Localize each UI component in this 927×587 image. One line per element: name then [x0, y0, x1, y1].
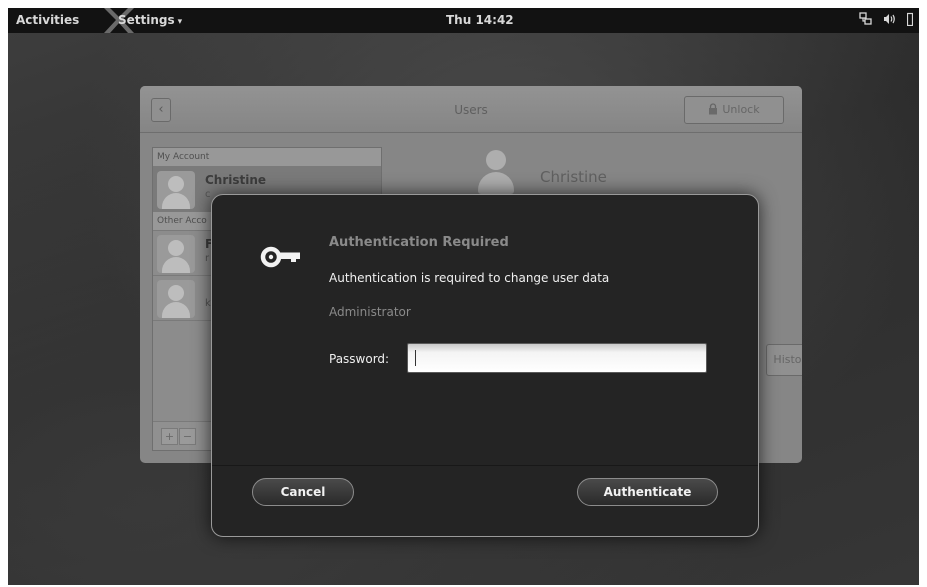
unlock-button[interactable]: Unlock — [684, 96, 784, 124]
account-type: c — [205, 189, 211, 200]
battery-icon[interactable] — [907, 12, 913, 26]
account-type: k — [205, 298, 211, 309]
top-bar: Activities Settings ▾ Thu 14:42 — [8, 8, 919, 33]
key-icon — [260, 246, 300, 268]
dialog-heading: Authentication Required — [329, 235, 509, 250]
my-account-header: My Account — [153, 148, 381, 167]
desktop: Activities Settings ▾ Thu 14:42 ‹ Users … — [8, 8, 919, 585]
user-full-name[interactable]: Christine — [540, 168, 607, 186]
user-avatar[interactable] — [476, 150, 516, 196]
avatar — [157, 171, 195, 209]
network-icon[interactable] — [859, 12, 873, 26]
avatar — [157, 280, 195, 318]
lock-icon — [709, 103, 718, 115]
activities-button[interactable]: Activities — [16, 13, 79, 27]
history-button[interactable]: History — [766, 344, 802, 376]
text-caret — [415, 350, 416, 366]
clock[interactable]: Thu 14:42 — [446, 13, 514, 27]
password-label: Password: — [329, 352, 390, 366]
remove-user-button[interactable]: − — [179, 428, 196, 445]
app-menu-label: Settings — [118, 13, 175, 27]
authentication-dialog: Authentication Required Authentication i… — [211, 194, 759, 537]
password-field[interactable] — [407, 343, 707, 373]
volume-icon[interactable] — [883, 12, 897, 26]
window-header: ‹ Users Unlock × — [140, 86, 802, 133]
app-menu-button[interactable]: Settings ▾ — [118, 13, 182, 27]
dialog-message: Authentication is required to change use… — [329, 271, 610, 285]
chevron-down-icon: ▾ — [177, 17, 183, 27]
avatar — [157, 235, 195, 273]
system-tray[interactable] — [859, 12, 913, 26]
account-name: Christine — [205, 173, 267, 187]
add-user-button[interactable]: + — [161, 428, 178, 445]
cancel-button[interactable]: Cancel — [252, 478, 354, 506]
authenticate-button[interactable]: Authenticate — [577, 478, 718, 506]
admin-user-label: Administrator — [329, 305, 411, 319]
account-type: r — [205, 253, 210, 264]
unlock-label: Unlock — [722, 103, 760, 116]
divider — [212, 465, 758, 466]
